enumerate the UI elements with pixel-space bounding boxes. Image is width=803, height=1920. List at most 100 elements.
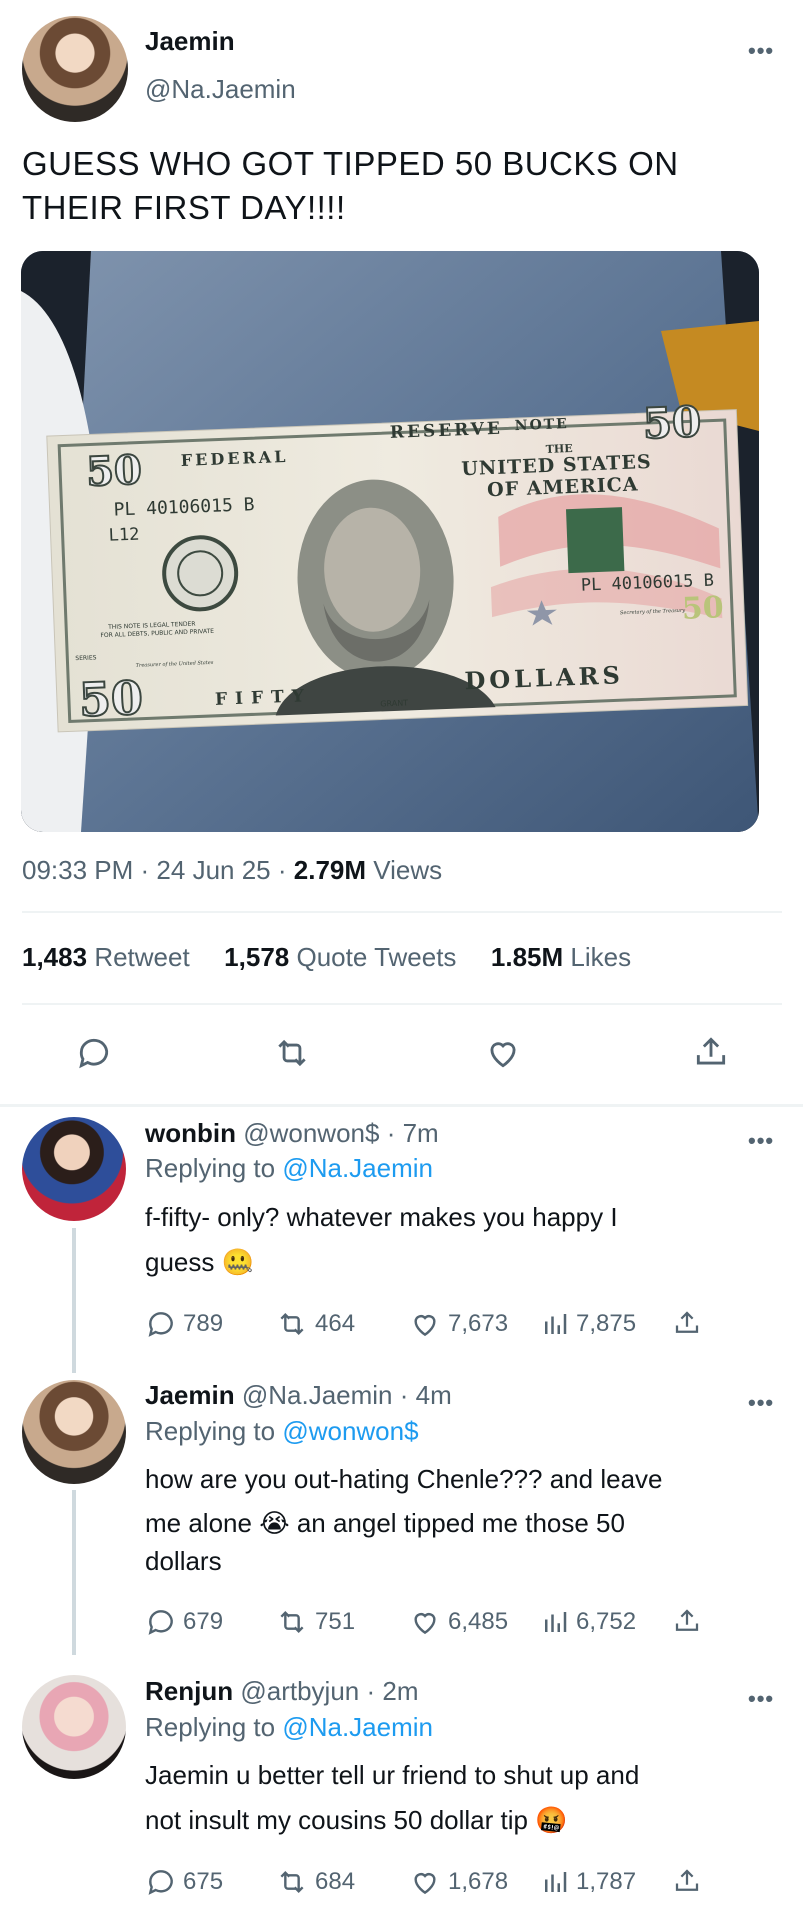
quotes-stat[interactable]: 1,578 Quote Tweets: [224, 942, 456, 972]
retweet-button[interactable]: 684: [275, 1866, 355, 1898]
bill-denomination-bottom-right: 50: [681, 590, 725, 627]
tweet-photo[interactable]: 50 FEDERAL RESERVE NOTE 50 THE UNITED ST…: [21, 251, 759, 832]
bill-series: SERIES: [75, 654, 97, 663]
reply-text: Jaemin u better tell ur friend to shut u…: [145, 1760, 640, 1835]
emoji: 🤬: [535, 1805, 568, 1835]
views-button[interactable]: 6,752: [540, 1606, 636, 1638]
share-button[interactable]: [672, 1864, 702, 1898]
replying-to: Replying to @Na.Jaemin: [145, 1712, 433, 1742]
reply-button[interactable]: 675: [145, 1866, 223, 1898]
retweets-stat[interactable]: 1,483 Retweet: [22, 942, 190, 972]
reply-avatar[interactable]: [22, 1675, 126, 1779]
reply-author-name[interactable]: Renjun: [145, 1676, 233, 1706]
reply-author-handle[interactable]: @Na.Jaemin: [242, 1380, 393, 1410]
reply-header: wonbin @wonwon$ · 7m: [145, 1118, 439, 1148]
share-button[interactable]: [672, 1604, 702, 1638]
bill-denomination-top-left: 50: [84, 445, 143, 496]
reply-text: how are you out-hating Chenle??? and lea…: [145, 1464, 663, 1576]
reply-author-handle[interactable]: @wonwon$: [243, 1118, 379, 1148]
bill-serial-left: PL 40106015 B: [113, 494, 255, 521]
like-button[interactable]: 6,485: [408, 1606, 508, 1638]
reply-icon: [148, 1312, 173, 1337]
share-icon: [675, 1311, 699, 1333]
retweet-button[interactable]: 464: [275, 1308, 355, 1340]
reply-actions: 679 751 6,485 6,752: [145, 1606, 705, 1642]
like-button[interactable]: 1,678: [408, 1866, 508, 1898]
author-name[interactable]: Jaemin: [145, 26, 235, 57]
bill-federal: FEDERAL: [180, 446, 289, 470]
more-icon[interactable]: •••: [748, 1128, 774, 1154]
views-count: 2.79M: [293, 855, 367, 885]
reply-button[interactable]: 789: [145, 1308, 223, 1340]
emoji: 🤐: [221, 1247, 254, 1277]
bill-fifty: FIFTY: [214, 686, 313, 710]
reply-time: 2m: [382, 1676, 419, 1706]
views-icon: [545, 1872, 567, 1892]
retweet-icon: [280, 1870, 304, 1894]
reply-icon: [148, 1610, 173, 1635]
likes-stat[interactable]: 1.85M Likes: [491, 942, 631, 972]
bill-plate: L12: [108, 524, 140, 546]
more-icon[interactable]: •••: [748, 1390, 774, 1416]
reply-time: 7m: [402, 1118, 439, 1148]
tweet-text-line-1: GUESS WHO GOT TIPPED 50 BUCKS ON: [22, 145, 679, 182]
like-icon[interactable]: [483, 1034, 523, 1072]
replying-to: Replying to @Na.Jaemin: [145, 1153, 433, 1183]
views-icon: [545, 1314, 567, 1334]
tweet-time: 09:33 PM: [22, 855, 134, 885]
bill-treasurer: Treasurer of the United States: [135, 659, 214, 669]
reply-author-name[interactable]: Jaemin: [145, 1380, 235, 1410]
reply-author-handle[interactable]: @artbyjun: [240, 1676, 359, 1706]
tweet-stats: 1,483 Retweet 1,578 Quote Tweets 1.85M L…: [22, 942, 631, 973]
retweet-icon[interactable]: [272, 1034, 312, 1072]
more-icon[interactable]: •••: [748, 38, 774, 64]
divider: [22, 1003, 782, 1005]
like-icon: [414, 1315, 436, 1337]
replying-to-handle[interactable]: @Na.Jaemin: [282, 1712, 433, 1742]
thread-line: [72, 1490, 76, 1655]
replying-to-handle[interactable]: @wonwon$: [282, 1416, 418, 1446]
bill-secretary: Secretary of the Treasury: [619, 607, 686, 617]
reply-avatar[interactable]: [22, 1117, 126, 1221]
author-handle[interactable]: @Na.Jaemin: [145, 74, 296, 105]
reply-text: f-fifty- only? whatever makes you happy …: [145, 1202, 618, 1277]
bill-reserve: RESERVE: [389, 418, 504, 443]
reply-header: Renjun @artbyjun · 2m: [145, 1676, 419, 1706]
emoji: 😭: [259, 1508, 290, 1538]
replying-to-handle[interactable]: @Na.Jaemin: [282, 1153, 433, 1183]
views-label: Views: [373, 855, 443, 885]
retweet-icon: [280, 1610, 304, 1634]
bill-denomination-bottom-left: 50: [77, 670, 145, 728]
reply-icon: [148, 1870, 173, 1895]
views-button[interactable]: 7,875: [540, 1308, 636, 1340]
reply-icon[interactable]: [75, 1034, 113, 1072]
divider: [0, 1104, 803, 1107]
reply-header: Jaemin @Na.Jaemin · 4m: [145, 1380, 452, 1410]
tweet-text: GUESS WHO GOT TIPPED 50 BUCKS ON THEIR F…: [22, 142, 792, 230]
views-button[interactable]: 1,787: [540, 1866, 636, 1898]
more-icon[interactable]: •••: [748, 1686, 774, 1712]
share-icon: [675, 1609, 699, 1631]
reply-button[interactable]: 679: [145, 1606, 223, 1638]
reply-author-name[interactable]: wonbin: [145, 1118, 236, 1148]
divider: [22, 911, 782, 913]
retweet-button[interactable]: 751: [275, 1606, 355, 1638]
reply-time: 4m: [415, 1380, 452, 1410]
share-button[interactable]: [672, 1306, 702, 1340]
bill-denomination-top-right: 50: [641, 396, 703, 449]
bill-dollars: DOLLARS: [463, 660, 625, 696]
tweet-date: 24 Jun 25: [156, 855, 271, 885]
tweet-text-line-2: THEIR FIRST DAY!!!!: [22, 189, 346, 226]
retweet-icon: [280, 1312, 304, 1336]
share-icon: [675, 1869, 699, 1891]
like-icon: [414, 1873, 436, 1895]
share-icon[interactable]: [692, 1032, 730, 1072]
reply-actions: 789 464 7,673 7,875: [145, 1308, 705, 1344]
author-avatar[interactable]: [22, 16, 128, 122]
bill-grant: GRANT: [380, 698, 409, 709]
like-button[interactable]: 7,673: [408, 1308, 508, 1340]
replying-to: Replying to @wonwon$: [145, 1416, 419, 1446]
bill-of-america: OF AMERICA: [486, 473, 639, 502]
reply-avatar[interactable]: [22, 1380, 126, 1484]
tweet-meta: 09:33 PM · 24 Jun 25 · 2.79M Views: [22, 855, 443, 885]
